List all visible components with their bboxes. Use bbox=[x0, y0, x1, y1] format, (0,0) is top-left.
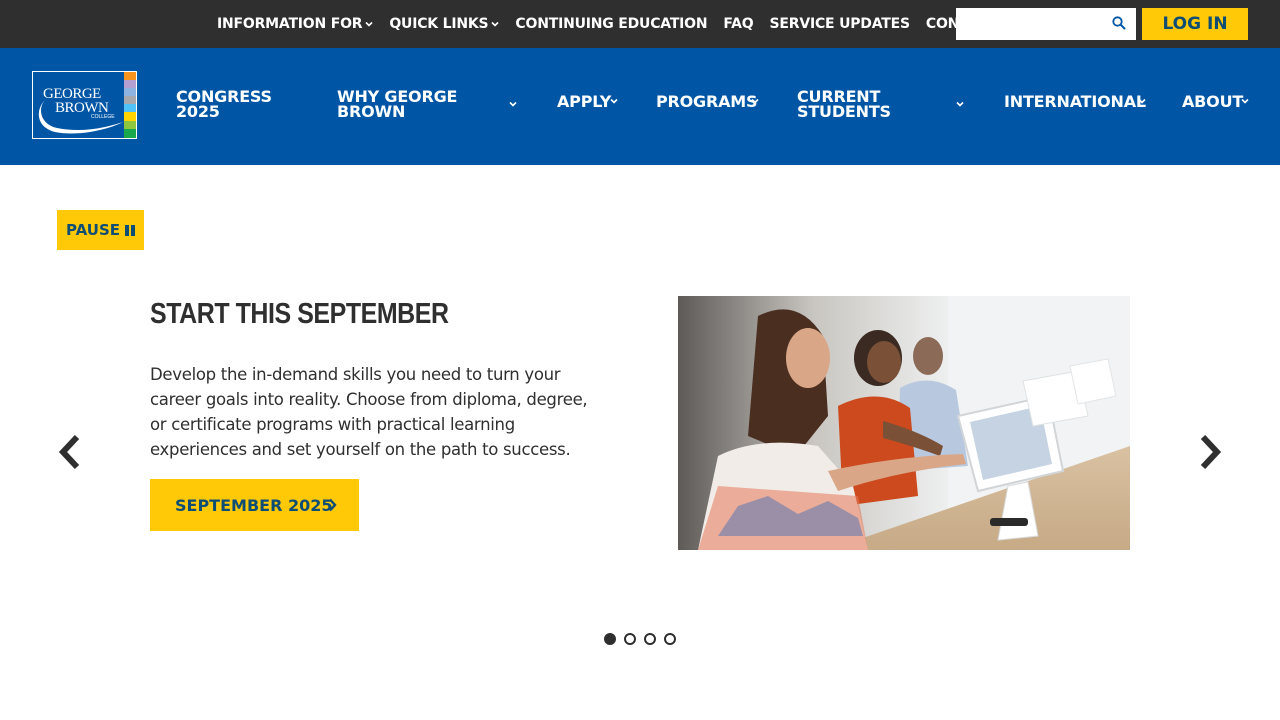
carousel-dot-2[interactable] bbox=[624, 633, 636, 645]
nav-item-current-students[interactable]: CURRENT STUDENTS bbox=[797, 89, 967, 121]
carousel-prev-arrow-icon[interactable] bbox=[56, 433, 84, 471]
logo-mark: GEORGE BROWN COLLEGE bbox=[38, 72, 136, 138]
chevron-down-icon bbox=[1241, 98, 1249, 104]
nav-item-label-line2: BROWN bbox=[337, 102, 406, 121]
utility-bar: INFORMATION FOR QUICK LINKS CONTINUING E… bbox=[0, 0, 1280, 48]
logo-text-college: COLLEGE bbox=[91, 114, 115, 120]
nav-item-programs[interactable]: PROGRAMS bbox=[656, 92, 762, 111]
september-2025-button[interactable]: SEPTEMBER 2025 bbox=[150, 479, 359, 531]
slide-body: Develop the in-demand skills you need to… bbox=[150, 365, 588, 459]
carousel-next-arrow-icon[interactable] bbox=[1196, 433, 1224, 471]
nav-item-label-line2: 2025 bbox=[176, 102, 220, 121]
nav-item-international[interactable]: INTERNATIONAL bbox=[1004, 92, 1148, 111]
util-item-label: SERVICE UPDATES bbox=[769, 16, 911, 32]
util-item-label: INFORMATION FOR bbox=[217, 16, 363, 32]
login-button[interactable]: LOG IN bbox=[1142, 8, 1248, 40]
carousel-pause-button[interactable]: PAUSE bbox=[57, 210, 144, 250]
util-item-information-for[interactable]: INFORMATION FOR bbox=[217, 16, 373, 32]
nav-item-label: PROGRAMS bbox=[656, 92, 758, 111]
carousel-dot-1[interactable] bbox=[604, 633, 616, 645]
util-item-service-updates[interactable]: SERVICE UPDATES bbox=[769, 16, 911, 32]
util-item-label: QUICK LINKS bbox=[389, 16, 489, 32]
carousel-dot-3[interactable] bbox=[644, 633, 656, 645]
pause-icon bbox=[125, 224, 135, 236]
chevron-right-icon bbox=[329, 498, 337, 512]
nav-item-label-line2: STUDENTS bbox=[797, 102, 891, 121]
george-brown-logo[interactable]: GEORGE BROWN COLLEGE bbox=[32, 71, 137, 139]
chevron-down-icon bbox=[610, 98, 618, 104]
nav-item-apply[interactable]: APPLY bbox=[557, 94, 622, 110]
slide-photo-students-at-kiosk bbox=[678, 296, 1130, 550]
chevron-down-icon bbox=[956, 101, 964, 107]
nav-item-label: INTERNATIONAL bbox=[1004, 92, 1146, 111]
chevron-down-icon bbox=[491, 21, 499, 27]
search-input[interactable] bbox=[956, 8, 1106, 40]
utility-nav: INFORMATION FOR QUICK LINKS CONTINUING E… bbox=[217, 0, 1025, 48]
chevron-down-icon bbox=[509, 101, 517, 107]
util-item-label: FAQ bbox=[723, 16, 754, 32]
search-box bbox=[956, 8, 1136, 40]
carousel-pagination bbox=[604, 633, 684, 645]
nav-item-why-george-brown[interactable]: WHY GEORGE BROWN bbox=[337, 89, 522, 121]
nav-item-about[interactable]: ABOUT bbox=[1182, 94, 1252, 110]
util-item-continuing-education[interactable]: CONTINUING EDUCATION bbox=[515, 16, 707, 32]
chevron-down-icon bbox=[365, 21, 373, 27]
util-item-label: CONTINUING EDUCATION bbox=[515, 16, 708, 32]
chevron-down-icon bbox=[751, 98, 759, 104]
slide-title: START THIS SEPTEMBER bbox=[150, 298, 449, 330]
chevron-down-icon bbox=[1138, 98, 1146, 104]
nav-item-congress-2025[interactable]: CONGRESS 2025 bbox=[176, 89, 272, 121]
main-nav: GEORGE BROWN COLLEGE CONGRESS 2025 WHY G… bbox=[0, 48, 1280, 165]
pause-label: PAUSE bbox=[66, 221, 120, 239]
search-icon[interactable] bbox=[1112, 16, 1126, 30]
cta-label: SEPTEMBER 2025 bbox=[175, 495, 333, 515]
photo-illustration bbox=[678, 296, 1130, 550]
util-item-quick-links[interactable]: QUICK LINKS bbox=[389, 16, 499, 32]
carousel-dot-4[interactable] bbox=[664, 633, 676, 645]
util-item-faq[interactable]: FAQ bbox=[723, 16, 753, 32]
